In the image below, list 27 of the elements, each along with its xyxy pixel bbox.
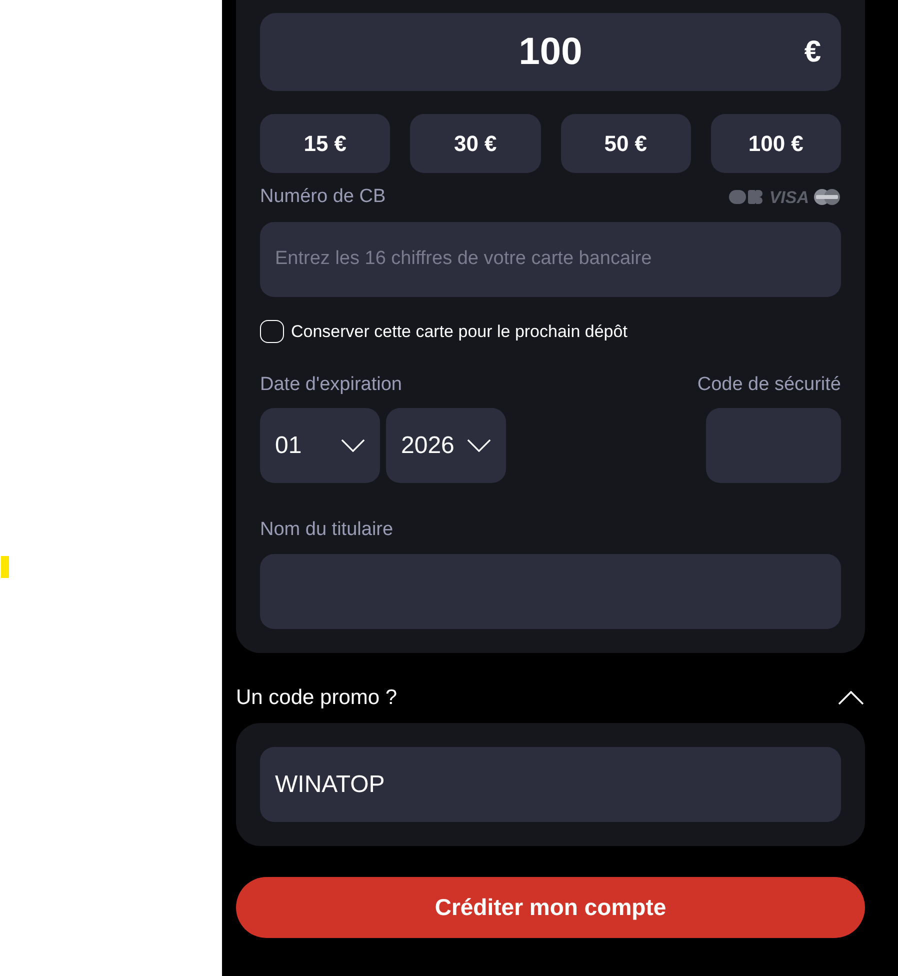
visa-wordmark: VISA [769,188,809,206]
amount-preset-button[interactable]: 30 € [410,114,540,173]
cb-logo-icon [729,190,766,204]
accent-bar [1,556,9,578]
security-code-field[interactable] [706,408,841,483]
amount-preset-button[interactable]: 100 € [710,114,841,173]
amount-preset-button[interactable]: 50 € [560,114,691,173]
currency-symbol: € [804,34,821,70]
security-code-label: Code de sécurité [697,373,841,397]
save-card-checkbox[interactable] [260,320,284,343]
chevron-down-icon [341,439,365,452]
promo-code-heading: Un code promo ? [236,685,398,712]
mastercard-logo-icon [813,189,841,205]
save-card-label: Conserver cette carte pour le prochain dépôt [291,320,628,343]
month-select[interactable]: 01 [260,408,380,483]
credit-account-button[interactable]: Créditer mon compte [236,877,865,938]
chevron-down-icon [467,439,491,452]
collapse-button[interactable] [837,690,865,706]
expiry-date-label: Date d'expiration [260,373,403,397]
amount-field[interactable]: 100 € [260,13,841,91]
cardholder-name-field[interactable] [260,554,841,629]
amount-preset-button[interactable]: 15 € [260,114,390,173]
promo-code-field[interactable]: WINATOP [260,747,841,822]
year-select[interactable]: 2026 [386,408,506,483]
card-number-label: Numéro de CB [260,184,386,209]
cardholder-name-label: Nom du titulaire [260,518,394,542]
chevron-up-icon [838,691,864,705]
